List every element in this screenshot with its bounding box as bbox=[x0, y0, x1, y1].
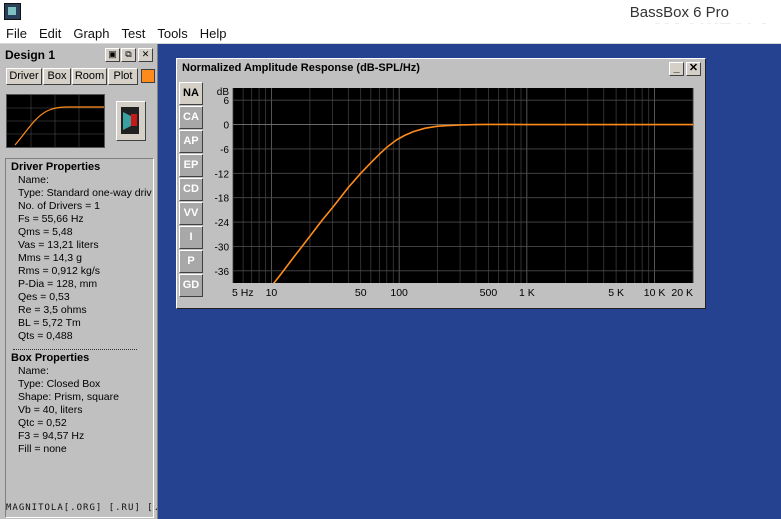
driver-property-row: Mms = 14,3 g bbox=[18, 252, 82, 264]
tab-ap[interactable]: AP bbox=[179, 130, 203, 153]
minimize-icon[interactable]: _ bbox=[669, 62, 684, 76]
copy-icon[interactable]: ⧉ bbox=[121, 48, 136, 62]
x-tick-label: 50 bbox=[355, 287, 367, 299]
driver-property-row: No. of Drivers = 1 bbox=[18, 200, 100, 212]
tab-ep[interactable]: EP bbox=[179, 154, 203, 177]
x-tick-label: 20 K bbox=[671, 287, 693, 299]
design-header: Design 1 ▣ ⧉ ✕ bbox=[1, 46, 155, 64]
driver-property-row: BL = 5,72 Tm bbox=[18, 317, 81, 329]
box-heading: Box Properties bbox=[11, 352, 90, 364]
x-tick-label: 5 Hz bbox=[232, 287, 254, 299]
x-tick-label: 1 K bbox=[519, 287, 535, 299]
properties-pane: Driver Properties Name: Type: Standard on… bbox=[5, 158, 154, 518]
amplitude-chart: 60-6-12-18-24-30-36dB5 Hz 10 50 100 500 1 K5 … bbox=[215, 87, 694, 299]
speaker-icon[interactable] bbox=[116, 101, 146, 141]
tab-i[interactable]: I bbox=[179, 226, 203, 249]
box-property-row: Type: Closed Box bbox=[18, 378, 101, 390]
y-tick-label: -12 bbox=[215, 169, 230, 180]
menu-file[interactable]: File bbox=[0, 24, 33, 42]
design-panel: Design 1 ▣ ⧉ ✕ Driver Box Room Plot Driv… bbox=[0, 44, 158, 519]
x-tick-label: 10 bbox=[266, 287, 278, 299]
menu-edit[interactable]: Edit bbox=[33, 24, 67, 42]
app-icon[interactable] bbox=[4, 3, 21, 20]
save-icon[interactable]: ▣ bbox=[105, 48, 120, 62]
y-tick-label: -36 bbox=[215, 267, 230, 278]
driver-property-row: Qms = 5,48 bbox=[18, 226, 73, 238]
x-tick-label: 5 K bbox=[608, 287, 624, 299]
tab-p[interactable]: P bbox=[179, 250, 203, 273]
graph-title: Normalized Amplitude Response (dB-SPL/Hz… bbox=[182, 62, 420, 74]
close-icon[interactable]: ✕ bbox=[686, 62, 701, 76]
y-tick-label: 0 bbox=[223, 121, 229, 132]
box-property-row: Qtc = 0,52 bbox=[18, 417, 67, 429]
tab-box[interactable]: Box bbox=[43, 68, 71, 85]
menu-tools[interactable]: Tools bbox=[151, 24, 193, 42]
y-tick-label: -18 bbox=[215, 194, 230, 205]
graph-window: Normalized Amplitude Response (dB-SPL/Hz… bbox=[176, 58, 706, 309]
x-tick-label: 100 bbox=[390, 287, 408, 299]
driver-property-row: Rms = 0,912 kg/s bbox=[18, 265, 100, 277]
design-title: Design 1 bbox=[5, 48, 56, 62]
tab-driver[interactable]: Driver bbox=[6, 68, 42, 85]
driver-property-row: Re = 3,5 ohms bbox=[18, 304, 87, 316]
driver-property-row: Vas = 13,21 liters bbox=[18, 239, 99, 251]
y-axis-label: dB bbox=[217, 87, 230, 98]
x-tick-label: 500 bbox=[480, 287, 498, 299]
tab-na[interactable]: NA bbox=[179, 82, 203, 105]
menu-help[interactable]: Help bbox=[194, 24, 233, 42]
driver-heading: Driver Properties bbox=[11, 161, 101, 173]
tab-ca[interactable]: CA bbox=[179, 106, 203, 129]
tab-room[interactable]: Room bbox=[72, 68, 107, 85]
y-tick-label: -6 bbox=[220, 145, 229, 156]
close-icon[interactable]: ✕ bbox=[138, 48, 153, 62]
driver-property-row: P-Dia = 128, mm bbox=[18, 278, 98, 290]
y-tick-label: -30 bbox=[215, 242, 230, 253]
box-property-row: Name: bbox=[18, 365, 49, 377]
box-property-row: F3 = 94,57 Hz bbox=[18, 430, 85, 442]
y-tick-label: -24 bbox=[215, 218, 230, 229]
menu-bar: File Edit Graph Test Tools Help bbox=[0, 24, 781, 44]
driver-property-row: Fs = 55,66 Hz bbox=[18, 213, 84, 225]
tab-gd[interactable]: GD bbox=[179, 274, 203, 297]
driver-property-row: Qts = 0,488 bbox=[18, 330, 73, 342]
plot-thumbnail[interactable] bbox=[6, 94, 105, 148]
plot-area bbox=[233, 88, 693, 283]
driver-property-row: Qes = 0,53 bbox=[18, 291, 70, 303]
box-property-row: Fill = none bbox=[18, 443, 67, 455]
menu-graph[interactable]: Graph bbox=[67, 24, 115, 42]
tab-cd[interactable]: CD bbox=[179, 178, 203, 201]
app-title: BassBox 6 Pro bbox=[629, 4, 729, 21]
graph-title-bar: Normalized Amplitude Response (dB-SPL/Hz… bbox=[179, 61, 701, 77]
driver-property-row: Name: bbox=[18, 174, 49, 186]
menu-test[interactable]: Test bbox=[116, 24, 152, 42]
plot-color-swatch[interactable] bbox=[141, 69, 155, 83]
design-tabs: Driver Box Room Plot bbox=[6, 68, 155, 85]
divider bbox=[13, 349, 137, 350]
tab-plot[interactable]: Plot bbox=[108, 68, 138, 85]
box-property-row: Shape: Prism, square bbox=[18, 391, 119, 403]
box-property-row: Vb = 40, liters bbox=[18, 404, 83, 416]
title-bar: BassBox 6 Pro MAGNITOLA bbox=[0, 0, 781, 39]
x-tick-label: 10 K bbox=[644, 287, 666, 299]
driver-property-row: Type: Standard one-way driv bbox=[18, 187, 152, 199]
tab-vv[interactable]: VV bbox=[179, 202, 203, 225]
